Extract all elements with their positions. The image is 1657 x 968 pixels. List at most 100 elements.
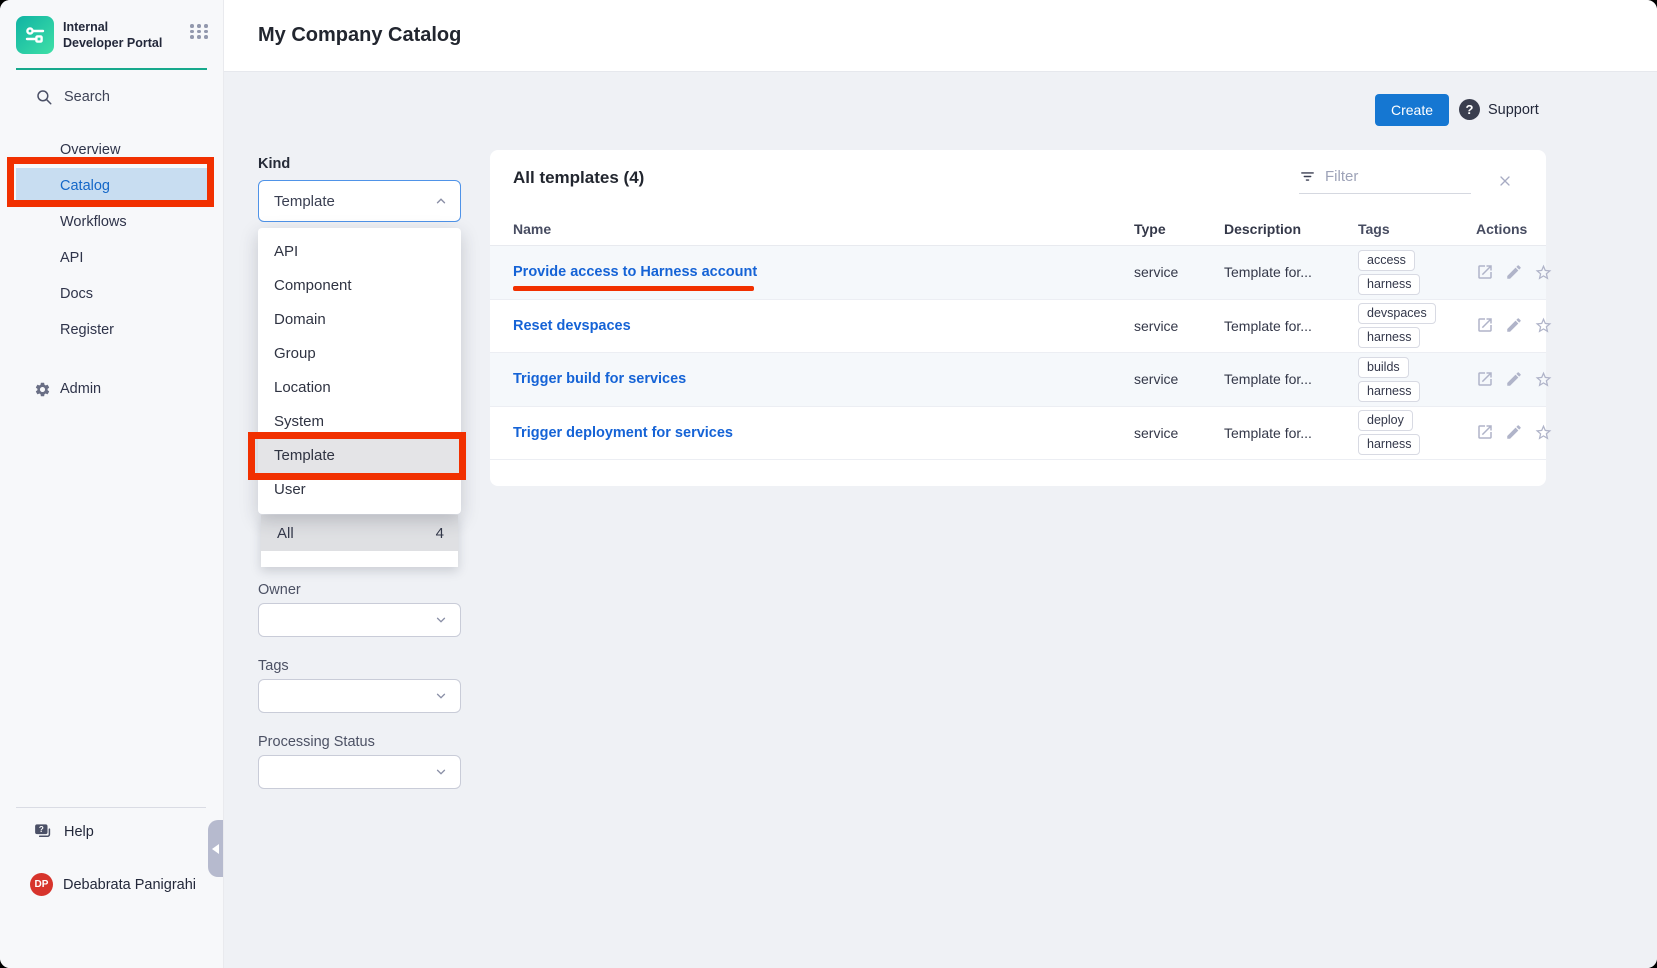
search-label: Search xyxy=(64,89,110,105)
tag-chip-builds: builds xyxy=(1358,357,1409,378)
kind-option-location[interactable]: Location xyxy=(258,371,461,405)
sidebar-item-docs[interactable]: Docs xyxy=(0,276,223,312)
column-header-tags: Tags xyxy=(1358,221,1476,237)
cell-actions xyxy=(1476,423,1546,442)
kind-option-component[interactable]: Component xyxy=(258,269,461,303)
kind-option-group[interactable]: Group xyxy=(258,337,461,371)
cell-description: Template for... xyxy=(1224,318,1358,334)
idp-logo-icon xyxy=(16,16,54,54)
open-in-new-icon[interactable] xyxy=(1476,316,1494,335)
app-window: Internal Developer Portal Search Overvie… xyxy=(0,0,1657,968)
sidebar-item-search[interactable]: Search xyxy=(0,70,223,108)
svg-text:?: ? xyxy=(39,825,44,834)
open-in-new-icon[interactable] xyxy=(1476,423,1494,442)
chevron-up-icon xyxy=(434,194,448,208)
sidebar-item-register[interactable]: Register xyxy=(0,312,223,348)
owner-filter-label: Owner xyxy=(258,582,301,598)
cell-name: Reset devspaces xyxy=(490,317,1134,335)
cell-description: Template for... xyxy=(1224,264,1358,280)
chevron-down-icon xyxy=(434,613,448,627)
search-icon xyxy=(35,88,53,106)
chevron-left-icon xyxy=(212,844,219,854)
sidebar-collapse-handle[interactable] xyxy=(208,820,223,877)
template-link[interactable]: Provide access to Harness account xyxy=(513,264,757,280)
tag-stack: accessharness xyxy=(1358,250,1476,295)
cell-actions xyxy=(1476,370,1546,389)
cell-type: service xyxy=(1134,425,1224,441)
tags-filter-label: Tags xyxy=(258,658,289,674)
star-icon[interactable] xyxy=(1534,423,1553,442)
pencil-icon[interactable] xyxy=(1505,316,1523,335)
cell-type: service xyxy=(1134,264,1224,280)
templates-table-card: All templates (4) Name Type Description … xyxy=(490,150,1546,486)
kind-count-row-all[interactable]: All 4 xyxy=(261,515,458,551)
clear-filter-icon[interactable] xyxy=(1497,173,1513,189)
waffle-icon[interactable] xyxy=(190,24,209,39)
help-label: Help xyxy=(64,824,94,840)
logo-row: Internal Developer Portal xyxy=(0,0,223,68)
cell-actions xyxy=(1476,263,1546,282)
tag-stack: devspacesharness xyxy=(1358,303,1476,348)
pencil-icon[interactable] xyxy=(1505,423,1523,442)
main-content: Create ? Support Kind Template APICompon… xyxy=(224,72,1657,968)
sidebar-item-help[interactable]: ? Help xyxy=(33,822,94,842)
chevron-down-icon xyxy=(434,689,448,703)
avatar: DP xyxy=(30,873,53,896)
open-in-new-icon[interactable] xyxy=(1476,263,1494,282)
sidebar-nav: OverviewCatalogWorkflowsAPIDocsRegister xyxy=(0,132,223,348)
sidebar-item-workflows[interactable]: Workflows xyxy=(0,204,223,240)
user-menu[interactable]: DP Debabrata Panigrahi xyxy=(30,873,196,896)
tag-stack: builds harness xyxy=(1358,357,1476,402)
annotation-underline-name xyxy=(513,286,754,291)
page-title: My Company Catalog xyxy=(224,0,1657,47)
tag-chip-harness: harness xyxy=(1358,381,1420,402)
gear-icon xyxy=(34,381,51,398)
kind-dropdown-menu: APIComponentDomainGroupLocationSystemTem… xyxy=(258,228,461,514)
sidebar-item-overview[interactable]: Overview xyxy=(0,132,223,168)
pencil-icon[interactable] xyxy=(1505,370,1523,389)
template-link[interactable]: Trigger build for services xyxy=(513,371,686,387)
owner-select[interactable] xyxy=(258,603,461,637)
sidebar-item-catalog[interactable]: Catalog xyxy=(16,168,207,204)
star-icon[interactable] xyxy=(1534,370,1553,389)
kind-select-value: Template xyxy=(274,193,335,210)
template-link[interactable]: Trigger deployment for services xyxy=(513,425,733,441)
table-filter-input[interactable] xyxy=(1325,168,1455,185)
star-icon[interactable] xyxy=(1534,263,1553,282)
kind-option-api[interactable]: API xyxy=(258,235,461,269)
tag-stack: deployharness xyxy=(1358,410,1476,455)
pencil-icon[interactable] xyxy=(1505,263,1523,282)
sidebar-item-api[interactable]: API xyxy=(0,240,223,276)
column-header-name: Name xyxy=(490,221,1134,237)
table-row: Trigger deployment for servicesserviceTe… xyxy=(490,407,1546,461)
tag-chip-devspaces: devspaces xyxy=(1358,303,1436,324)
sidebar: Internal Developer Portal Search Overvie… xyxy=(0,0,224,968)
all-count: 4 xyxy=(436,525,444,542)
open-in-new-icon[interactable] xyxy=(1476,370,1494,389)
cell-name: Trigger deployment for services xyxy=(490,424,1134,442)
kind-count-listbox: All 4 xyxy=(261,515,458,567)
kind-select[interactable]: Template xyxy=(258,180,461,222)
support-label: Support xyxy=(1488,102,1539,118)
table-filter-field[interactable] xyxy=(1299,168,1471,194)
logo-title: Internal Developer Portal xyxy=(63,16,171,52)
kind-option-template[interactable]: Template xyxy=(258,439,461,473)
sidebar-item-admin[interactable]: Admin xyxy=(0,371,223,407)
user-name: Debabrata Panigrahi xyxy=(63,877,196,893)
table-title: All templates (4) xyxy=(513,168,644,188)
create-button[interactable]: Create xyxy=(1375,94,1449,126)
template-link[interactable]: Reset devspaces xyxy=(513,318,631,334)
table-row: Provide access to Harness account service… xyxy=(490,246,1546,300)
kind-filter-label: Kind xyxy=(258,156,290,172)
processing-status-select[interactable] xyxy=(258,755,461,789)
kind-option-system[interactable]: System xyxy=(258,405,461,439)
kind-option-user[interactable]: User xyxy=(258,473,461,507)
kind-option-domain[interactable]: Domain xyxy=(258,303,461,337)
cell-actions xyxy=(1476,316,1546,335)
star-icon[interactable] xyxy=(1534,316,1553,335)
table-filter xyxy=(1299,168,1513,194)
support-button[interactable]: ? Support xyxy=(1459,99,1539,120)
name-wrap: Trigger build for services xyxy=(513,370,686,388)
cell-tags: devspacesharness xyxy=(1358,303,1476,348)
tags-select[interactable] xyxy=(258,679,461,713)
